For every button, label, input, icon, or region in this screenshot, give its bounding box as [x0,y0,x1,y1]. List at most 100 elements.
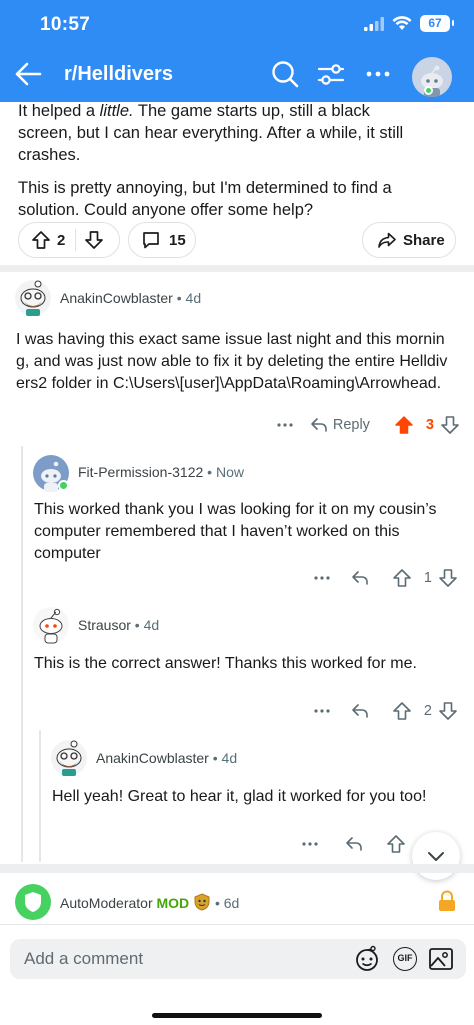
comment-age: Now [215,464,244,480]
emoji-button[interactable] [352,944,382,979]
post-line: This is pretty annoying, but I'm determi… [18,179,392,197]
mod-badge: MOD [156,895,190,911]
downvote-icon [439,569,457,587]
comment-age: 4d [221,750,238,766]
filter-icon [317,64,345,85]
post-paragraph: This is pretty annoying, but I'm determi… [18,177,438,221]
reply-button[interactable] [350,701,370,721]
status-icons: 67 [364,15,454,32]
post-line: crashes. [18,146,81,164]
comment-body: Hell yeah! Great to hear it, glad it wor… [52,788,427,805]
comment-author[interactable]: AutoModerator [60,895,153,911]
post-body: It helped a little. The game starts up, … [18,100,438,166]
search-icon [272,61,299,88]
wifi-icon [392,16,412,30]
back-button[interactable] [12,58,44,90]
more-button[interactable] [312,568,332,588]
comment-age: 6d [223,895,240,911]
upvote-icon [387,835,405,853]
downvote-button[interactable] [84,230,104,250]
section-divider [0,265,474,272]
reply-icon [346,837,362,851]
comment-author[interactable]: AnakinCowblaster [60,290,173,306]
downvote-button[interactable] [440,415,460,435]
share-button[interactable]: Share [362,222,456,258]
comment-avatar[interactable] [50,739,88,777]
add-comment-input[interactable]: Add a comment GIF [10,939,466,979]
home-indicator [152,1013,322,1018]
comment-count: 15 [169,231,186,249]
comment-meta: AnakinCowblaster • 4d [60,290,202,306]
upvote-icon [32,231,50,249]
reply-label: Reply [332,417,370,433]
comment-body: This is the correct answer! Thanks this … [34,655,417,672]
snoo-avatar-icon [33,607,69,644]
section-divider [0,864,474,873]
more-icon [314,576,330,580]
more-button[interactable] [300,834,320,854]
comment-body: This worked thank you I was looking for … [34,501,437,562]
snoo-beard-avatar-icon [15,280,51,316]
thread-line[interactable] [39,730,41,862]
reply-button[interactable]: Reply [309,415,370,435]
comment-icon [143,232,159,249]
comment-avatar[interactable] [14,883,52,921]
downvote-icon [85,231,104,249]
reply-button[interactable] [350,568,370,588]
user-avatar[interactable] [412,57,452,97]
more-icon [277,423,293,427]
online-dot [58,480,69,491]
signal-icon [364,16,384,31]
reply-button[interactable] [344,834,364,854]
more-options-button[interactable] [362,58,394,90]
reply-icon [352,704,368,718]
reply-icon [311,418,327,432]
post-line: solution. Could anyone offer some help? [18,201,314,219]
reply-icon [352,571,368,585]
post-line: screen, but I can hear everything. After… [18,124,404,142]
comment-actions: 1 [300,565,458,591]
emoji-icon [356,945,378,971]
emphasis-text: little. [99,102,134,120]
comment-avatar[interactable] [14,279,52,317]
upvote-button[interactable] [386,834,406,854]
upvote-button[interactable] [31,230,51,250]
downvote-icon [439,702,457,720]
mod-shield-icon [194,893,210,911]
input-placeholder: Add a comment [24,949,144,968]
post-vote-count: 2 [57,231,66,249]
vote-count: 3 [425,417,434,433]
downvote-button[interactable] [438,568,458,588]
lock-icon [439,890,455,911]
comments-count-button[interactable]: 15 [128,222,196,258]
comment-avatar[interactable] [32,454,70,492]
upvote-button[interactable] [392,701,412,721]
gif-button[interactable]: GIF [393,947,417,971]
comment-meta: Strausor • 4d [78,617,160,633]
comment-author[interactable]: AnakinCowblaster [96,750,209,766]
thread-line[interactable] [21,446,23,862]
subreddit-title[interactable]: r/Helldivers [64,63,173,86]
comment-actions [300,831,410,857]
more-button[interactable] [275,415,295,435]
upvote-button[interactable] [392,568,412,588]
more-icon [302,842,318,846]
upvote-filled-icon [395,416,413,434]
comment-actions: 2 [300,698,458,724]
comment-author[interactable]: Strausor [78,617,131,633]
image-button[interactable] [428,946,454,977]
post-vote-pill: 2 [18,222,120,258]
filter-button[interactable] [315,58,347,90]
shield-icon [15,884,51,920]
search-button[interactable] [269,58,301,90]
upvote-button[interactable] [394,415,414,435]
comment-meta: AnakinCowblaster • 4d [96,750,238,766]
battery-indicator: 67 [420,15,454,32]
image-icon [429,948,453,970]
comment-avatar[interactable] [32,606,70,644]
more-button[interactable] [312,701,332,721]
downvote-button[interactable] [438,701,458,721]
app-header: 10:57 67 r/Helldivers [0,0,474,102]
vote-count: 1 [423,570,432,586]
comment-author[interactable]: Fit-Permission-3122 [78,464,203,480]
